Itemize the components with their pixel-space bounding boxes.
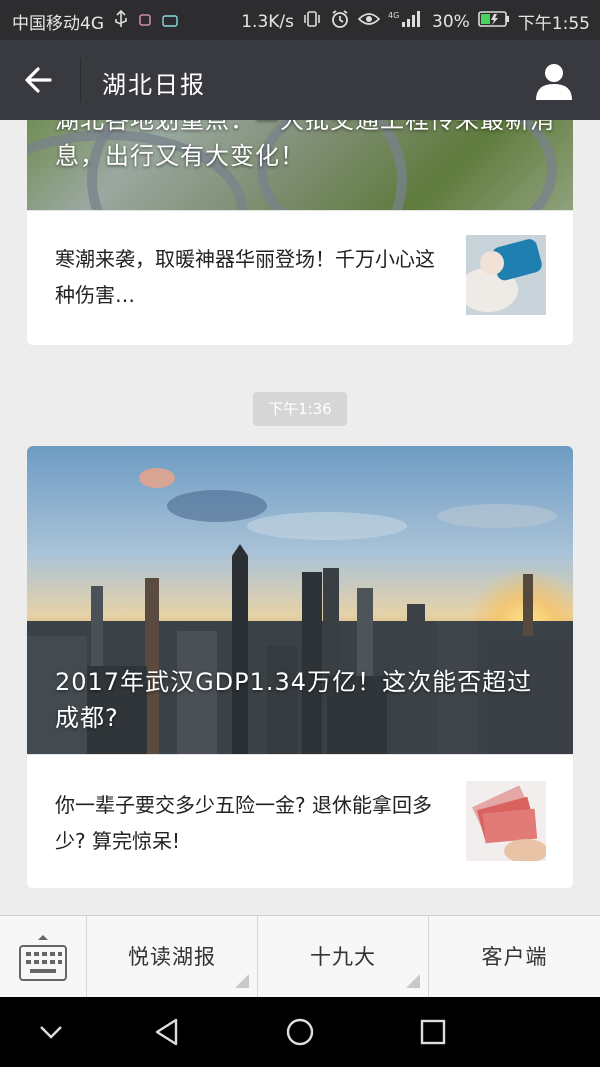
article-list-item[interactable]: 寒潮来袭，取暖神器华丽登场！千万小心这种伤害… <box>27 210 573 341</box>
battery-icon <box>478 10 510 33</box>
svg-text:4G: 4G <box>388 11 399 20</box>
article-list-item[interactable]: 你一辈子要交多少五险一金? 退休能拿回多少? 算完惊呆! <box>27 754 573 885</box>
eye-icon <box>357 11 381 32</box>
back-button[interactable] <box>20 60 60 100</box>
status-right: 1.3K/s 4G 30% 下午1:55 <box>241 9 590 34</box>
network-speed: 1.3K/s <box>241 11 295 32</box>
article-thumbnail <box>466 781 546 861</box>
arrow-left-icon <box>25 67 52 93</box>
header-divider <box>80 58 81 102</box>
back-triangle-icon[interactable] <box>152 1017 182 1047</box>
submenu-indicator-icon <box>235 974 249 988</box>
article-hero[interactable]: 湖北各地划重点：一大批交通工程传来最新消息，出行又有大变化！ <box>27 120 573 210</box>
home-circle-icon[interactable] <box>284 1017 316 1047</box>
article-card: 湖北各地划重点：一大批交通工程传来最新消息，出行又有大变化！ 寒潮来袭，取暖神器… <box>27 120 573 345</box>
collapse-icon[interactable] <box>36 1017 66 1047</box>
battery-percent: 30% <box>432 11 470 32</box>
system-navigation-bar <box>0 997 600 1067</box>
menu-item-label: 悦读湖报 <box>128 945 216 969</box>
app-header: 湖北日报 <box>0 40 600 120</box>
menu-item-label: 客户端 <box>481 945 548 969</box>
alarm-icon <box>330 9 350 34</box>
article-title: 寒潮来袭，取暖神器华丽登场！千万小心这种伤害… <box>55 247 435 307</box>
message-timestamp: 下午1:36 <box>253 392 347 426</box>
usb-icon <box>114 9 128 33</box>
notification-icon <box>138 12 152 32</box>
bottom-menu-bar: 悦读湖报 十九大 客户端 <box>0 915 600 998</box>
recent-apps-icon[interactable] <box>418 1017 448 1047</box>
menu-item-shijiuda[interactable]: 十九大 <box>258 916 429 998</box>
article-hero[interactable]: 2017年武汉GDP1.34万亿！这次能否超过成都? <box>27 446 573 754</box>
menu-item-label: 十九大 <box>310 945 376 969</box>
article-hero-title: 湖北各地划重点：一大批交通工程传来最新消息，出行又有大变化！ <box>55 120 555 170</box>
article-card: 2017年武汉GDP1.34万亿！这次能否超过成都? 你一辈子要交多少五险一金?… <box>27 446 573 888</box>
screen-icon <box>162 12 178 32</box>
keyboard-toggle-button[interactable] <box>0 916 87 998</box>
menu-item-yuedu[interactable]: 悦读湖报 <box>87 916 258 998</box>
article-thumbnail <box>466 235 546 315</box>
article-hero-title: 2017年武汉GDP1.34万亿！这次能否超过成都? <box>55 668 533 732</box>
vibrate-icon <box>302 10 322 33</box>
profile-button[interactable] <box>532 60 576 104</box>
signal-4g-icon: 4G <box>388 10 424 33</box>
article-title: 你一辈子要交多少五险一金? 退休能拿回多少? 算完惊呆! <box>55 793 432 853</box>
clock: 下午1:55 <box>517 14 590 34</box>
submenu-indicator-icon <box>406 974 420 988</box>
message-feed: 湖北各地划重点：一大批交通工程传来最新消息，出行又有大变化！ 寒潮来袭，取暖神器… <box>0 120 600 915</box>
keyboard-icon <box>19 935 67 981</box>
user-icon <box>536 64 572 100</box>
menu-item-kehuduan[interactable]: 客户端 <box>429 916 600 998</box>
carrier-label: 中国移动4G <box>12 14 104 34</box>
status-left: 中国移动4G <box>12 9 178 34</box>
page-title: 湖北日报 <box>102 71 206 99</box>
status-bar: 中国移动4G 1.3K/s 4G 30% 下午1:55 <box>0 0 600 40</box>
